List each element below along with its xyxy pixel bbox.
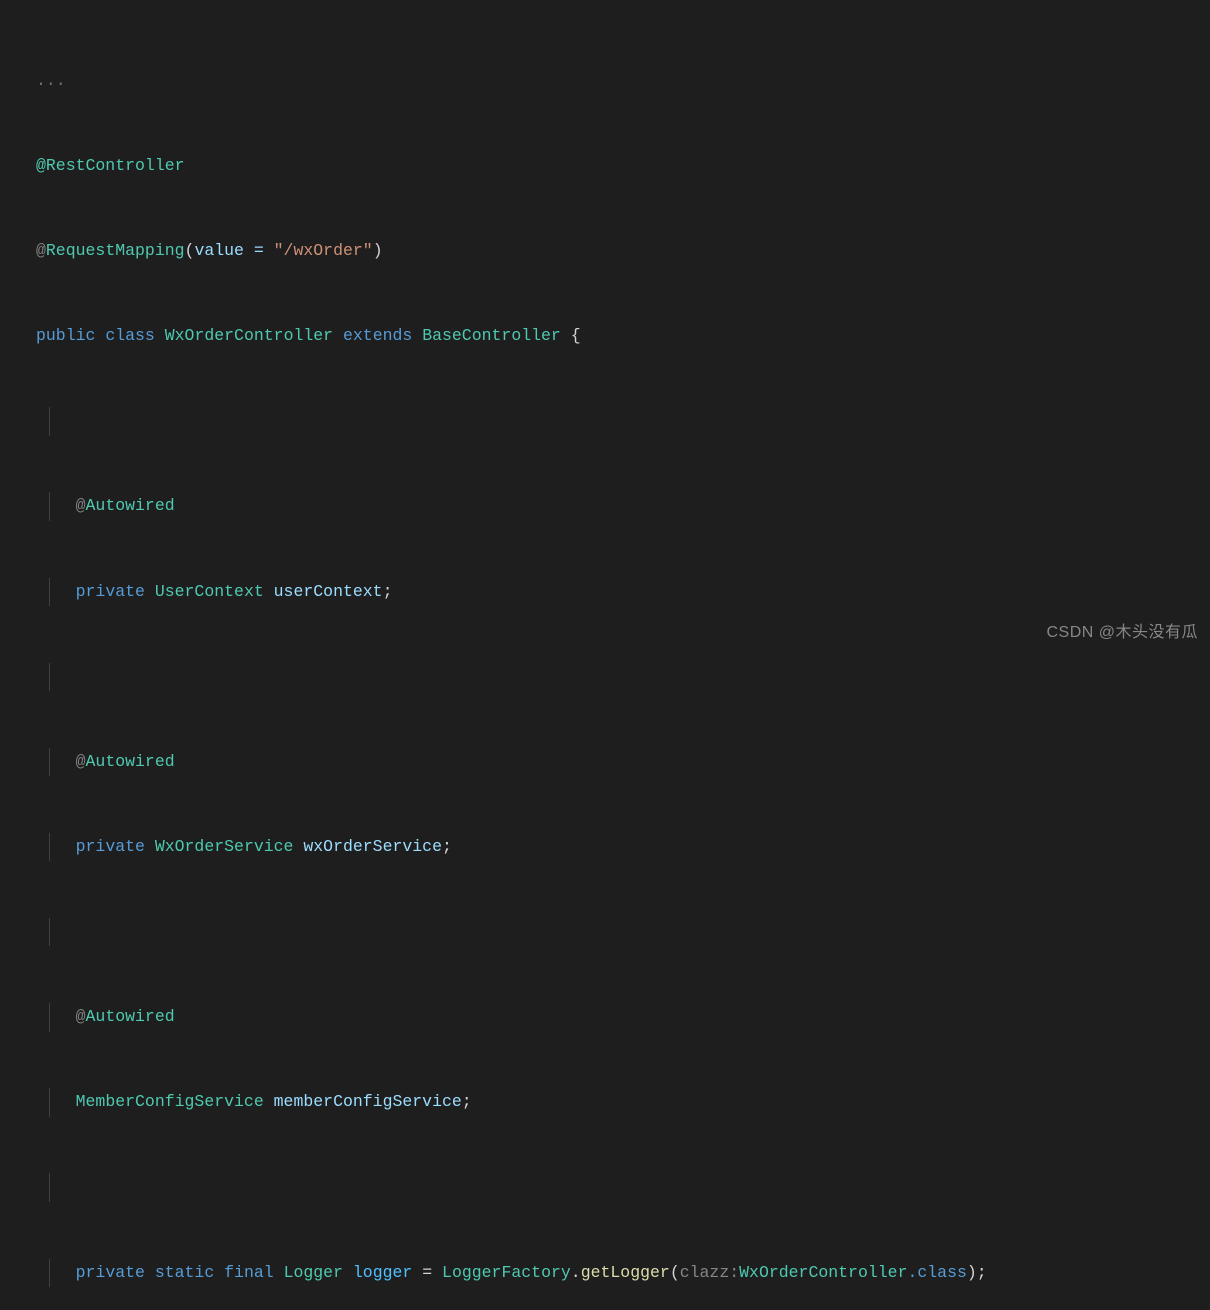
annotation: @RestController xyxy=(36,156,185,175)
annotation: Autowired xyxy=(86,752,175,771)
blank-line xyxy=(0,407,1210,435)
code-line: ... xyxy=(0,67,1210,95)
code-line: @Autowired xyxy=(0,492,1210,520)
code-line: @RequestMapping(value = "/wxOrder") xyxy=(0,237,1210,265)
code-line: private UserContext userContext; xyxy=(0,578,1210,606)
class-name: WxOrderController xyxy=(165,326,333,345)
annotation: Autowired xyxy=(86,496,175,515)
at-sign: @ xyxy=(36,241,46,260)
blank-line xyxy=(0,1173,1210,1201)
code-line: private static final Logger logger = Log… xyxy=(0,1259,1210,1287)
collapsed-ellipsis[interactable]: ... xyxy=(36,71,66,90)
code-line: @Autowired xyxy=(0,1003,1210,1031)
inlay-hint: clazz: xyxy=(680,1263,739,1282)
code-editor[interactable]: ... @RestController @RequestMapping(valu… xyxy=(0,0,1210,1310)
code-line: MemberConfigService memberConfigService; xyxy=(0,1088,1210,1116)
annotation: RequestMapping xyxy=(46,241,185,260)
string-literal: "/wxOrder" xyxy=(274,241,373,260)
code-line: @RestController xyxy=(0,152,1210,180)
code-line: @Autowired xyxy=(0,748,1210,776)
annotation: Autowired xyxy=(86,1007,175,1026)
code-line: public class WxOrderController extends B… xyxy=(0,322,1210,350)
blank-line xyxy=(0,663,1210,691)
code-line: private WxOrderService wxOrderService; xyxy=(0,833,1210,861)
blank-line xyxy=(0,918,1210,946)
